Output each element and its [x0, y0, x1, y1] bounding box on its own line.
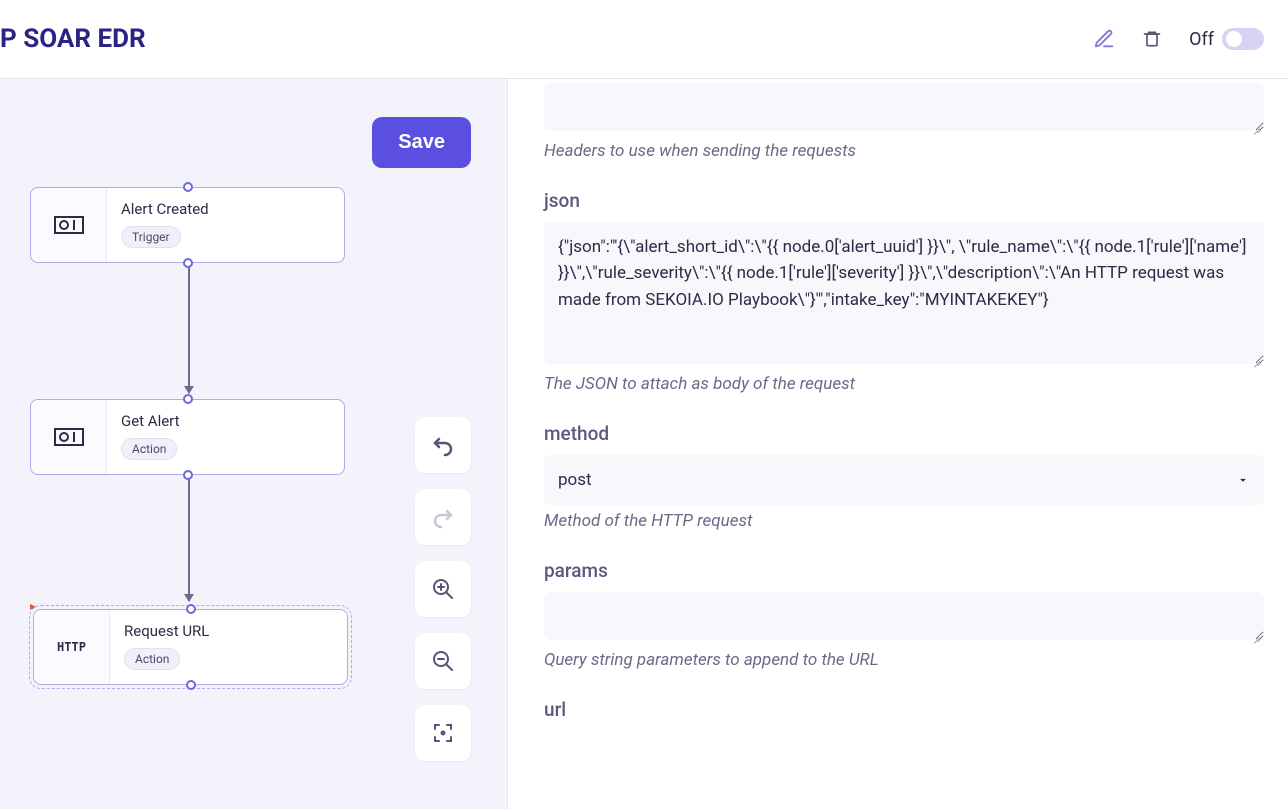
zoom-out-icon — [431, 649, 455, 673]
pencil-icon — [1093, 28, 1115, 50]
node-title: Get Alert — [121, 412, 330, 430]
field-method: method post Method of the HTTP request — [544, 422, 1288, 531]
node-body: Alert Created Trigger — [107, 188, 344, 262]
node-title: Alert Created — [121, 200, 330, 218]
delete-button[interactable] — [1141, 28, 1163, 50]
undo-icon — [431, 433, 455, 457]
fit-view-button[interactable] — [415, 705, 471, 761]
node-icon — [31, 188, 107, 262]
workspace: Save Alert Created Trigger Get Alert Act… — [0, 78, 1288, 809]
module-icon — [54, 428, 84, 446]
headers-input[interactable] — [544, 83, 1264, 131]
node-request-url[interactable]: HTTP Request URL Action — [33, 609, 348, 685]
edge — [188, 479, 190, 601]
field-params: params Query string parameters to append… — [544, 559, 1288, 670]
field-label: url — [544, 698, 1288, 721]
field-label: method — [544, 422, 1288, 445]
top-actions: Off — [1093, 28, 1264, 50]
node-icon — [31, 400, 107, 474]
undo-button[interactable] — [415, 417, 471, 473]
chevron-down-icon — [1236, 473, 1250, 487]
canvas-tools — [415, 417, 471, 761]
redo-button[interactable] — [415, 489, 471, 545]
field-help: Query string parameters to append to the… — [544, 650, 1288, 670]
node-tag: Trigger — [121, 226, 181, 248]
zoom-in-icon — [431, 577, 455, 601]
enable-toggle[interactable] — [1222, 28, 1264, 50]
enable-toggle-wrap: Off — [1189, 28, 1264, 50]
node-port-out[interactable] — [186, 680, 196, 690]
node-tag: Action — [121, 438, 177, 460]
method-select[interactable]: post — [544, 455, 1264, 505]
node-port-out[interactable] — [183, 470, 193, 480]
node-port-in[interactable] — [183, 394, 193, 404]
method-value: post — [558, 470, 592, 490]
node-body: Request URL Action — [110, 610, 347, 684]
node-port-in[interactable] — [186, 604, 196, 614]
save-button[interactable]: Save — [372, 117, 471, 168]
field-help: The JSON to attach as body of the reques… — [544, 374, 1288, 394]
field-help: Method of the HTTP request — [544, 511, 1288, 531]
page-title: P SOAR EDR — [0, 24, 146, 54]
field-headers: Headers to use when sending the requests — [544, 83, 1288, 161]
redo-icon — [431, 505, 455, 529]
field-label: json — [544, 189, 1288, 212]
node-tag: Action — [124, 648, 180, 670]
module-icon — [54, 216, 84, 234]
playbook-canvas[interactable]: Save Alert Created Trigger Get Alert Act… — [0, 78, 508, 809]
focus-icon — [431, 721, 455, 745]
field-label: params — [544, 559, 1288, 582]
node-port-in[interactable] — [183, 182, 193, 192]
properties-panel: headers Headers to use when sending the … — [508, 78, 1288, 809]
node-title: Request URL — [124, 622, 333, 640]
edge — [188, 267, 190, 393]
edit-button[interactable] — [1093, 28, 1115, 50]
zoom-in-button[interactable] — [415, 561, 471, 617]
zoom-out-button[interactable] — [415, 633, 471, 689]
field-json: json The JSON to attach as body of the r… — [544, 189, 1288, 394]
field-help: Headers to use when sending the requests — [544, 141, 1288, 161]
node-body: Get Alert Action — [107, 400, 344, 474]
node-get-alert[interactable]: Get Alert Action — [30, 399, 345, 475]
toggle-label: Off — [1189, 29, 1214, 50]
field-url: url — [544, 698, 1288, 721]
params-input[interactable] — [544, 592, 1264, 640]
json-input[interactable] — [544, 222, 1264, 364]
node-icon: HTTP — [34, 610, 110, 684]
top-bar: P SOAR EDR Off — [0, 0, 1288, 78]
trash-icon — [1142, 28, 1162, 50]
node-alert-created[interactable]: Alert Created Trigger — [30, 187, 345, 263]
node-port-out[interactable] — [183, 258, 193, 268]
